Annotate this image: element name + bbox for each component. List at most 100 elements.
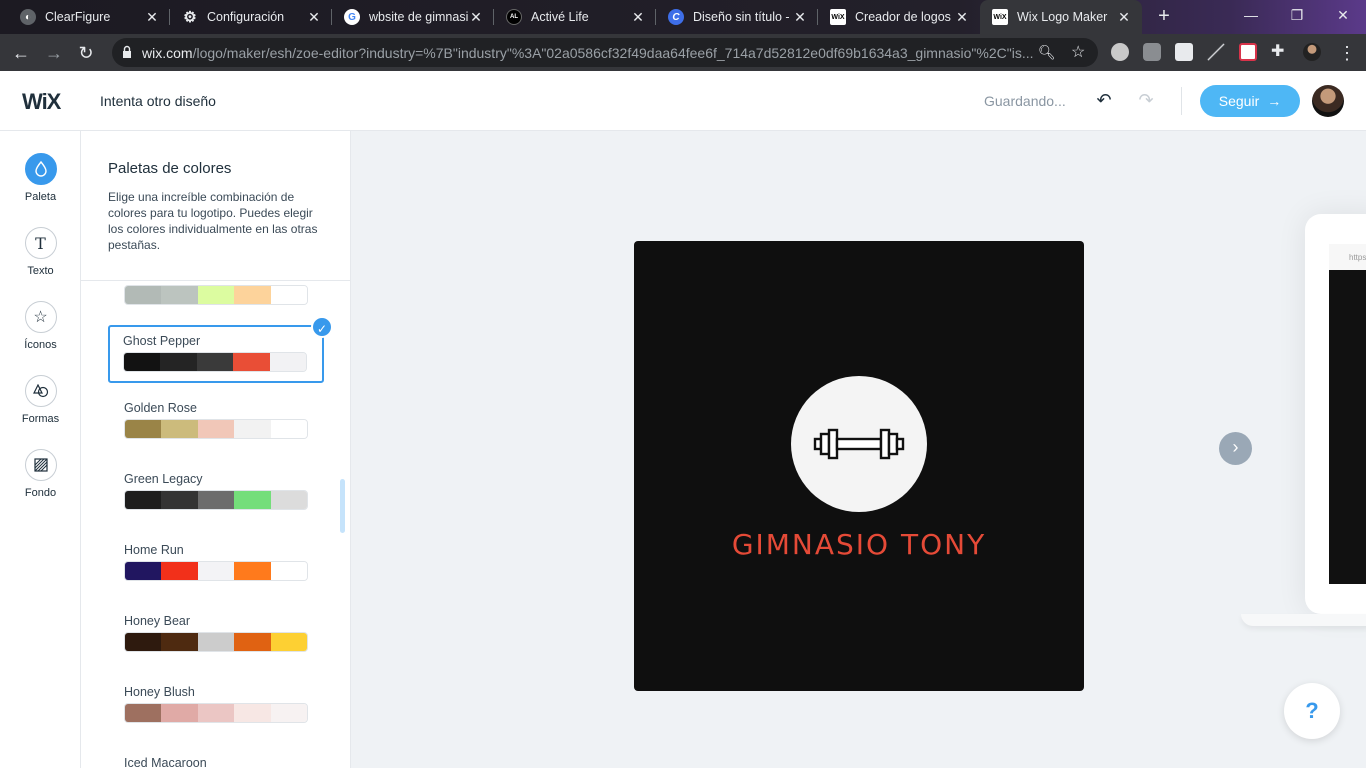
redo-icon[interactable]: ↷ — [1135, 89, 1157, 111]
palette-name: Home Run — [124, 543, 184, 557]
try-other-design-link[interactable]: Intenta otro diseño — [100, 93, 216, 109]
color-swatch — [124, 353, 161, 371]
browser-tab-active[interactable]: WiX Wix Logo Maker ✕ — [980, 0, 1142, 34]
tab-title: Activé Life — [531, 10, 589, 24]
color-swatch — [197, 704, 235, 722]
continue-label: Seguir — [1218, 93, 1260, 109]
google-icon: G — [344, 9, 360, 25]
divider — [81, 280, 350, 281]
tab-title: Configuración — [207, 10, 285, 24]
reload-button[interactable]: ↻ — [73, 40, 99, 66]
database-icon[interactable] — [1143, 43, 1161, 61]
next-preview-button[interactable]: › — [1219, 432, 1252, 465]
text-icon: T — [24, 227, 57, 259]
color-swatch — [197, 286, 235, 304]
close-icon[interactable]: ✕ — [954, 9, 970, 26]
palette-option[interactable]: Green Legacy — [108, 472, 324, 510]
calendar-icon[interactable] — [1239, 43, 1257, 61]
color-swatch — [161, 491, 198, 509]
close-icon[interactable]: ✕ — [144, 9, 160, 26]
close-icon[interactable]: ✕ — [630, 9, 646, 26]
continue-button[interactable]: Seguir → — [1200, 85, 1300, 117]
palette-option[interactable]: Honey Blush — [108, 685, 324, 723]
browser-tab[interactable]: ◐ ClearFigure ✕ — [8, 0, 170, 34]
close-icon[interactable]: ✕ — [1116, 9, 1132, 26]
color-swatch — [234, 491, 271, 509]
palette-swatches — [124, 561, 308, 581]
color-swatch — [160, 353, 197, 371]
palette-option-selected[interactable]: Ghost Pepper ✓ — [108, 316, 333, 383]
color-swatch — [270, 704, 307, 722]
wix-header: WiX Intenta otro diseño Guardando... ↶ ↷… — [0, 71, 1366, 131]
palette-option[interactable]: Golden Rose — [108, 401, 324, 439]
bookmark-star-icon[interactable]: ☆ — [1071, 42, 1085, 62]
color-swatch — [270, 562, 307, 580]
drop-icon — [24, 153, 57, 185]
device-mockup: https: — [1305, 214, 1366, 614]
close-icon[interactable]: ✕ — [468, 9, 484, 26]
palette-panel: Paletas de colores Elige una increíble c… — [81, 131, 351, 768]
forward-button[interactable]: → — [41, 40, 67, 66]
clearfigure-icon: ◐ — [20, 9, 36, 25]
panel-scrollbar[interactable] — [340, 479, 345, 533]
color-swatch — [270, 420, 307, 438]
palette-option[interactable]: Iced Macaroon — [108, 756, 324, 768]
browser-tab[interactable]: G wbsite de gimnasio ✕ — [332, 0, 494, 34]
profile-avatar[interactable] — [1303, 43, 1321, 61]
tab-title: Creador de logos | — [855, 10, 954, 24]
back-button[interactable]: ← — [8, 40, 34, 66]
brand-name[interactable]: GIMNASIO TONY — [634, 528, 1084, 561]
color-swatch — [234, 420, 271, 438]
browser-tab[interactable]: ⚙ Configuración ✕ — [170, 0, 332, 34]
extension-icon[interactable] — [1175, 43, 1193, 61]
color-swatch — [161, 633, 198, 651]
zoom-icon[interactable]: 🔍︎ — [1038, 44, 1056, 61]
browser-tab[interactable]: C Diseño sin título - ✕ — [656, 0, 818, 34]
palette-option[interactable]: Honey Bear — [108, 614, 324, 652]
close-icon[interactable]: ✕ — [306, 9, 322, 26]
palette-option[interactable]: Home Run — [108, 543, 324, 581]
rail-label: Texto — [27, 265, 54, 277]
undo-icon[interactable]: ↶ — [1093, 89, 1115, 111]
color-swatch — [125, 562, 162, 580]
rail-item-palette[interactable]: Paleta — [0, 153, 81, 203]
wix-logo[interactable]: WiX — [22, 89, 61, 115]
palette-name: Golden Rose — [124, 401, 197, 415]
device-url-bar: https: — [1329, 244, 1366, 270]
tab-title: wbsite de gimnasio — [369, 10, 468, 24]
restore-button[interactable]: ❐ — [1274, 0, 1320, 30]
rail-label: Formas — [21, 413, 60, 425]
rail-item-text[interactable]: T Texto — [0, 227, 81, 277]
color-swatch — [234, 633, 271, 651]
browser-tab[interactable]: WiX Creador de logos | ✕ — [818, 0, 980, 34]
extension-icon[interactable] — [1111, 43, 1129, 61]
logo-preview[interactable]: GIMNASIO TONY — [634, 241, 1084, 691]
user-avatar[interactable] — [1312, 85, 1344, 117]
close-icon[interactable]: ✕ — [792, 9, 808, 26]
palette-option[interactable] — [108, 285, 324, 305]
color-swatch — [234, 286, 271, 304]
palette-name: Ghost Pepper — [123, 334, 201, 348]
help-button[interactable]: ? — [1284, 683, 1340, 739]
rail-item-icons[interactable]: ☆ Íconos — [0, 301, 81, 351]
color-swatch — [161, 286, 198, 304]
tab-title: ClearFigure — [45, 10, 111, 24]
palette-swatches — [124, 285, 308, 305]
wix-icon: WiX — [992, 9, 1008, 25]
new-tab-button[interactable]: + — [1152, 5, 1176, 29]
rail-label: Fondo — [24, 487, 57, 499]
browser-tab[interactable]: AL Activé Life ✕ — [494, 0, 656, 34]
minimize-button[interactable]: — — [1228, 0, 1274, 30]
icon-circle — [791, 376, 927, 512]
panel-title: Paletas de colores — [108, 160, 232, 177]
puzzle-icon[interactable]: ✚ — [1271, 43, 1289, 61]
menu-kebab-icon[interactable]: ⋮ — [1334, 40, 1360, 66]
pen-icon[interactable] — [1207, 43, 1225, 61]
rail-item-shapes[interactable]: Formas — [0, 375, 81, 425]
panel-description: Elige una increíble combinación de color… — [108, 190, 318, 252]
color-swatch — [197, 633, 235, 651]
rail-item-background[interactable]: Fondo — [0, 449, 81, 499]
close-window-button[interactable]: ✕ — [1320, 0, 1366, 30]
palette-swatches — [124, 632, 308, 652]
address-bar[interactable]: wix.com/logo/maker/esh/zoe-editor?indust… — [112, 38, 1098, 67]
